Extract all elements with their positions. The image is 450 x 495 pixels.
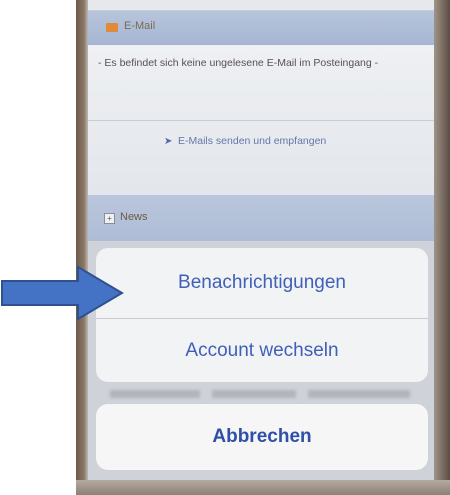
phone-bottom-edge [76,480,450,495]
phone-photo: E-Mail - Es befindet sich keine ungelese… [76,0,450,495]
mail-section-body: - Es befindet sich keine ungelesene E-Ma… [88,45,434,195]
mail-status-text: - Es befindet sich keine ungelesene E-Ma… [98,57,379,69]
switch-account-option[interactable]: Account wechseln [96,319,428,382]
divider [88,120,434,121]
send-receive-link[interactable]: ➤ E-Mails senden und empfangen [164,135,326,147]
send-arrow-icon: ➤ [164,136,173,147]
send-receive-label: E-Mails senden und empfangen [178,135,327,147]
phone-screen: E-Mail - Es befindet sich keine ungelese… [88,0,434,495]
cancel-button[interactable]: Abbrechen [96,404,428,470]
notifications-option[interactable]: Benachrichtigungen [96,248,428,318]
envelope-icon [106,23,118,32]
action-sheet: Benachrichtigungen Account wechseln [96,248,428,382]
screenshot-canvas: E-Mail - Es befindet sich keine ungelese… [0,0,450,495]
mail-section-header[interactable]: E-Mail [88,10,434,45]
pointer-arrow-icon [1,265,124,321]
cancel-sheet: Abbrechen [96,404,428,470]
news-section-header[interactable]: + News [88,195,434,241]
phone-frame [434,0,450,495]
news-section-title: News [120,211,148,223]
obscured-background-text [110,390,410,398]
mail-section-title: E-Mail [124,20,156,32]
expand-plus-icon[interactable]: + [104,213,115,224]
